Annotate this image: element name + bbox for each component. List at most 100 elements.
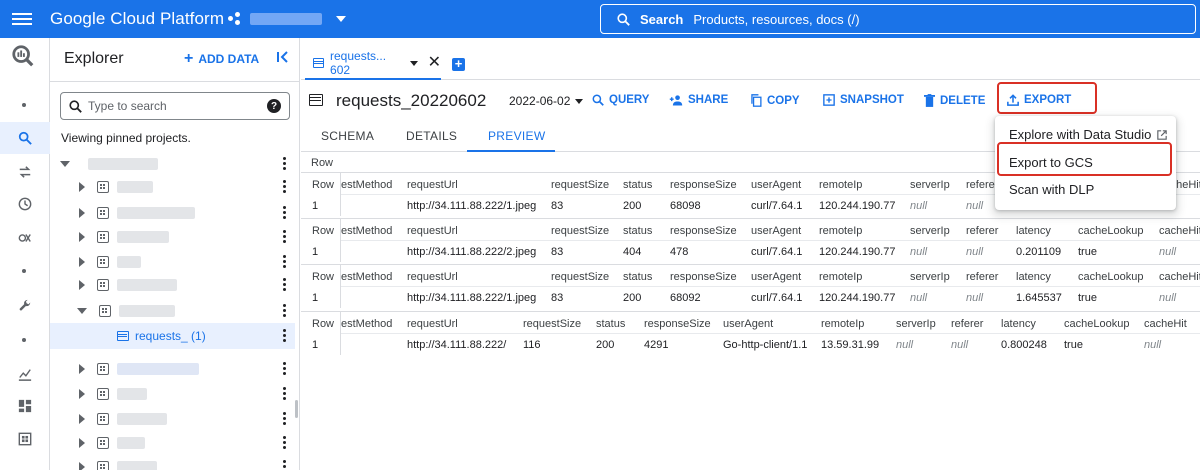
- dataset-icon: [97, 181, 109, 193]
- cell-row: 1: [312, 339, 319, 351]
- column-header-request-url: requestUrl: [407, 179, 458, 191]
- more-options-icon[interactable]: [283, 362, 287, 375]
- global-search[interactable]: Search Products, resources, docs (/): [600, 4, 1196, 34]
- cell-referer: null: [966, 292, 984, 304]
- query-button[interactable]: QUERY: [592, 94, 649, 106]
- analytics-hub-icon[interactable]: [13, 226, 37, 250]
- column-header-cache-lookup: cacheLookup: [1064, 318, 1130, 330]
- cell-user-agent: curl/7.64.1: [751, 246, 803, 258]
- tree-project-row[interactable]: [50, 152, 295, 176]
- close-icon[interactable]: ✕: [428, 55, 441, 71]
- export-button[interactable]: EXPORT: [1007, 94, 1071, 106]
- tree-dataset-row[interactable]: [50, 357, 295, 381]
- column-header-row: Row: [312, 225, 335, 237]
- dashboard-icon[interactable]: [13, 394, 37, 418]
- export-menu: Explore with Data Studio Export to GCS S…: [995, 116, 1176, 210]
- tree-table-row-selected[interactable]: requests_ (1): [50, 323, 295, 349]
- cell-remote-ip: 13.59.31.99: [821, 339, 880, 351]
- column-header-status: status: [623, 271, 653, 283]
- more-options-icon[interactable]: [283, 304, 287, 317]
- tree-dataset-row[interactable]: [50, 225, 295, 249]
- more-options-icon[interactable]: [283, 180, 287, 193]
- collapse-panel-icon[interactable]: [276, 50, 290, 67]
- search-icon: [617, 12, 630, 26]
- dataset-icon: [99, 305, 111, 317]
- more-options-icon[interactable]: [283, 255, 287, 268]
- dataset-icon: [97, 437, 109, 449]
- divider-dot: [22, 103, 26, 107]
- tab-details[interactable]: DETAILS: [406, 129, 457, 143]
- more-options-icon[interactable]: [283, 230, 287, 243]
- menu-item-export-gcs[interactable]: Export to GCS: [1009, 155, 1093, 170]
- chevron-right-icon: [79, 257, 85, 267]
- tab-preview[interactable]: PREVIEW: [488, 129, 545, 143]
- tab-requests-table[interactable]: requests... 602 ✕: [305, 48, 441, 80]
- tree-dataset-row-expanded[interactable]: [50, 299, 295, 323]
- table-icon: [117, 331, 129, 341]
- menu-item-explore-data-studio[interactable]: Explore with Data Studio: [1009, 127, 1168, 142]
- project-selector[interactable]: [228, 9, 346, 29]
- share-button[interactable]: SHARE: [669, 94, 728, 106]
- snapshot-button[interactable]: SNAPSHOT: [823, 94, 904, 106]
- table-label: requests_ (1): [135, 329, 206, 343]
- cell-cache-lookup: true: [1078, 292, 1097, 304]
- grid-table-icon[interactable]: [13, 427, 37, 451]
- tree-dataset-row[interactable]: [50, 273, 295, 297]
- bigquery-logo-icon[interactable]: [11, 44, 35, 68]
- menu-icon[interactable]: [12, 10, 32, 28]
- column-header-referer: referer: [966, 225, 999, 237]
- cell-request-url: http://34.111.88.222/1.jpeg: [407, 292, 537, 304]
- more-options-icon[interactable]: [283, 278, 287, 291]
- chevron-right-icon: [79, 462, 85, 470]
- more-options-icon[interactable]: [283, 460, 287, 470]
- more-options-icon[interactable]: [283, 206, 287, 219]
- search-nav-icon[interactable]: [13, 126, 37, 150]
- explorer-search-input[interactable]: [88, 99, 258, 113]
- tree-dataset-row[interactable]: [50, 175, 295, 199]
- explorer-panel: Explorer + ADD DATA ? Viewing pinned pro…: [50, 38, 300, 470]
- delete-button[interactable]: DELETE: [924, 94, 985, 107]
- tree-dataset-row[interactable]: [50, 431, 295, 455]
- monitoring-chart-icon[interactable]: [13, 362, 37, 386]
- redacted-dataset-name: [117, 388, 147, 400]
- explorer-title: Explorer: [64, 50, 124, 67]
- copy-button[interactable]: COPY: [750, 94, 800, 107]
- column-header-request-url: requestUrl: [407, 271, 458, 283]
- wrench-icon[interactable]: [13, 294, 37, 318]
- transfers-icon[interactable]: [13, 160, 37, 184]
- more-options-icon[interactable]: [283, 412, 287, 425]
- dataset-icon: [97, 207, 109, 219]
- open-in-new-icon: [1157, 129, 1168, 140]
- menu-item-scan-dlp[interactable]: Scan with DLP: [1009, 182, 1094, 197]
- brand-title[interactable]: Google Cloud Platform: [50, 9, 224, 29]
- help-icon[interactable]: ?: [267, 99, 281, 113]
- tree-dataset-row[interactable]: [50, 455, 295, 470]
- dataset-icon: [97, 461, 109, 470]
- explorer-scrollbar[interactable]: [295, 400, 298, 418]
- redacted-project-name: [88, 158, 158, 170]
- row-divider: [341, 240, 1200, 241]
- tab-schema[interactable]: SCHEMA: [321, 129, 374, 143]
- cell-server-ip: null: [910, 200, 928, 212]
- add-data-button[interactable]: + ADD DATA: [184, 51, 259, 67]
- tree-dataset-row[interactable]: [50, 407, 295, 431]
- share-label: SHARE: [688, 94, 729, 106]
- scheduled-queries-icon[interactable]: [13, 192, 37, 216]
- tree-dataset-row[interactable]: [50, 250, 295, 274]
- explorer-search-field[interactable]: ?: [60, 92, 290, 120]
- tree-dataset-row[interactable]: [50, 201, 295, 225]
- column-header-method: estMethod: [341, 318, 393, 330]
- more-options-icon[interactable]: [283, 387, 287, 400]
- project-name-redacted: [250, 13, 322, 25]
- column-header-cache-lookup: cacheLookup: [1078, 271, 1144, 283]
- partition-date-selector[interactable]: 2022-06-02: [509, 94, 584, 108]
- chevron-down-icon[interactable]: [409, 60, 418, 66]
- more-options-icon[interactable]: [283, 329, 287, 342]
- cell-referer: null: [966, 200, 984, 212]
- more-options-icon[interactable]: [283, 436, 287, 449]
- column-header-remote-ip: remoteIp: [819, 179, 863, 191]
- more-options-icon[interactable]: [283, 157, 287, 170]
- tree-dataset-row[interactable]: [50, 382, 295, 406]
- new-tab-plus-icon[interactable]: +: [452, 57, 465, 71]
- cell-referer: null: [951, 339, 969, 351]
